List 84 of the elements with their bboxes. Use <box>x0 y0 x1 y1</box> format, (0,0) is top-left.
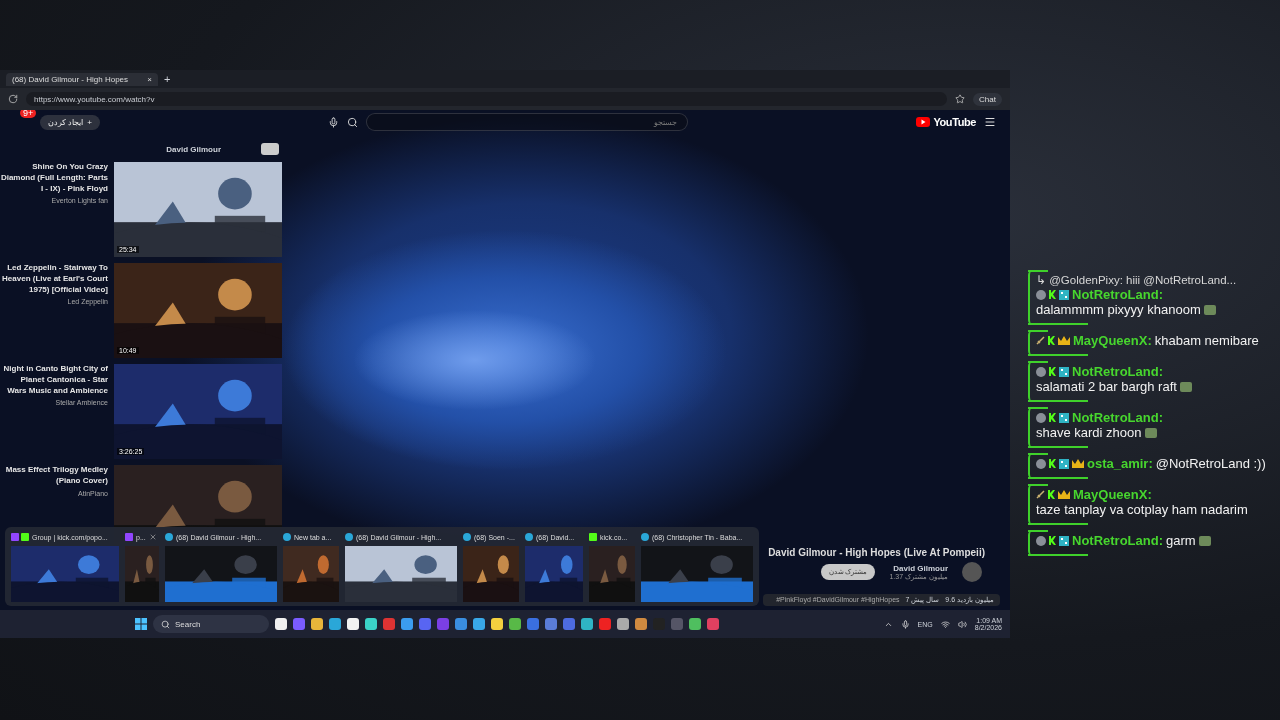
chat-message: dalammmm pixyyy khanoom <box>1036 302 1201 317</box>
app-icon[interactable] <box>635 618 647 630</box>
chat-button[interactable]: Chat <box>973 92 1002 106</box>
menu-icon[interactable] <box>984 116 996 128</box>
app-icon[interactable] <box>581 618 593 630</box>
chat-username[interactable]: NotRetroLand: <box>1072 410 1163 425</box>
app-icon[interactable] <box>491 618 503 630</box>
avatar-icon <box>1036 289 1046 300</box>
search-icon <box>161 619 170 629</box>
chat-username[interactable]: NotRetroLand: <box>1072 287 1163 302</box>
grid-badge-icon <box>1059 412 1069 423</box>
chat-message: garm <box>1166 533 1196 548</box>
reply-preview: ↳ @GoldenPixy: hiii @NotRetroLand... <box>1036 273 1237 287</box>
app-icon <box>589 533 597 541</box>
browser-icon <box>525 533 533 541</box>
search-icon[interactable] <box>347 116 359 128</box>
chat-username[interactable]: NotRetroLand: <box>1072 364 1163 379</box>
app-icon[interactable] <box>329 618 341 630</box>
app-icon[interactable] <box>347 618 359 630</box>
taskbar-search[interactable]: Search <box>153 615 269 633</box>
close-tab[interactable]: × <box>147 74 152 84</box>
k-badge-icon <box>1049 413 1056 422</box>
avatar-icon <box>1036 412 1046 423</box>
crown-icon <box>1058 490 1070 499</box>
k-badge-icon <box>1049 459 1056 468</box>
avatar-icon <box>1036 535 1046 546</box>
browser-icon <box>345 533 353 541</box>
sword-icon <box>1036 336 1045 345</box>
browser-icon <box>463 533 471 541</box>
sword-icon <box>1036 490 1045 499</box>
app-icon[interactable] <box>275 618 287 630</box>
crown-icon <box>1058 336 1070 345</box>
channel-avatar[interactable] <box>962 562 982 582</box>
app-icons <box>11 533 29 541</box>
search-field[interactable]: جستجو <box>366 113 689 131</box>
k-badge-icon <box>1049 367 1056 376</box>
mic-icon[interactable] <box>900 619 910 629</box>
playlist-title: David Gilmour <box>166 144 221 154</box>
grid-badge-icon <box>1059 289 1069 300</box>
k-badge-icon <box>1049 536 1056 545</box>
avatar-icon <box>1036 366 1046 377</box>
video-title[interactable]: Shine On You Crazy Diamond (Full Length: Parts I - IX) - Pink Floyd <box>0 162 108 195</box>
chat-username[interactable]: MayQueenX: <box>1073 487 1152 502</box>
crown-icon <box>1072 459 1084 468</box>
chat-message: khabam nemibare <box>1154 333 1259 348</box>
k-badge-icon <box>1048 490 1055 499</box>
video-title[interactable]: Led Zeppelin - Stairway To Heaven (Live at Earl's Court 1975) [Official Video] <box>0 263 108 296</box>
notification-badge: 9+ <box>20 110 37 118</box>
youtube-logo[interactable]: YouTube <box>916 116 976 128</box>
chat-message: salamati 2 bar bargh raft <box>1036 379 1177 394</box>
video-title[interactable]: Night in Canto Bight City of Planet Cantonica - Star Wars Music and Ambience <box>0 364 108 397</box>
chat-message: shave kardi zhoon <box>1036 425 1142 440</box>
browser-icon <box>641 533 649 541</box>
chat-username[interactable]: MayQueenX: <box>1073 333 1152 348</box>
star-icon[interactable] <box>955 94 966 104</box>
avatar-icon <box>1036 458 1046 469</box>
channel-name[interactable]: David Gilmour <box>893 563 948 573</box>
k-badge-icon <box>1048 336 1055 345</box>
chat-username[interactable]: osta_amir: <box>1087 456 1153 471</box>
start-icon[interactable] <box>135 618 147 630</box>
new-tab-button[interactable]: + <box>164 73 171 85</box>
wifi-icon[interactable] <box>940 619 950 629</box>
app-icon[interactable] <box>617 618 629 630</box>
app-icon[interactable] <box>365 618 377 630</box>
grid-badge-icon <box>1059 458 1069 469</box>
app-icon[interactable] <box>401 618 413 630</box>
video-title: David Gilmour - High Hopes (Live At Pompeii) <box>768 547 985 558</box>
volume-icon[interactable] <box>957 619 967 629</box>
reload-icon[interactable] <box>8 94 18 104</box>
video-title[interactable]: Mass Effect Trilogy Medley (Piano Cover) <box>0 465 108 487</box>
grid-badge-icon <box>1059 366 1069 377</box>
k-badge-icon <box>1049 290 1056 299</box>
chat-message: @NotRetroLand :)) <box>1155 456 1266 471</box>
browser-icon <box>283 533 291 541</box>
address-bar[interactable]: https://www.youtube.com/watch?v <box>26 92 948 106</box>
browser-tab[interactable]: (68) David Gilmour - High Hopes × <box>6 72 158 86</box>
app-icon[interactable] <box>473 618 485 630</box>
chat-message: taze tanplay va cotplay ham nadarim <box>1036 502 1248 517</box>
grid-badge-icon <box>1059 535 1069 546</box>
app-icon[interactable] <box>311 618 323 630</box>
mic-icon[interactable] <box>328 116 340 128</box>
app-icon[interactable] <box>509 618 521 630</box>
chat-username[interactable]: NotRetroLand: <box>1072 533 1163 548</box>
app-icon[interactable] <box>689 618 701 630</box>
